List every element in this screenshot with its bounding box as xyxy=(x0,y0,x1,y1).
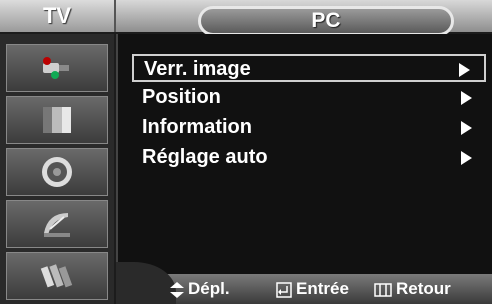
menu-item-auto-adjust[interactable]: Réglage auto xyxy=(132,144,486,172)
menu-item-label: Information xyxy=(142,116,252,138)
setup-plugs-icon xyxy=(40,264,73,288)
sidebar-item-channel[interactable] xyxy=(6,200,108,248)
arrow-right-icon xyxy=(461,121,472,135)
picture-panel-icon xyxy=(43,107,71,133)
hint-return-label: Retour xyxy=(396,279,451,298)
menu-item-label: Verr. image xyxy=(144,58,251,80)
hint-move-label: Dépl. xyxy=(188,279,230,298)
menu-item-information[interactable]: Information xyxy=(132,114,486,142)
menu-item-position[interactable]: Position xyxy=(132,84,486,112)
osd-screen: TV PC Verr. image Position Information R… xyxy=(0,0,492,304)
menu-icon xyxy=(374,282,392,297)
enter-icon xyxy=(276,281,292,298)
arrow-right-icon xyxy=(461,91,472,105)
arrow-right-icon xyxy=(459,63,470,77)
hint-enter-label: Entrée xyxy=(296,279,349,298)
sidebar-item-input[interactable] xyxy=(6,44,108,92)
satellite-dish-icon xyxy=(44,213,70,237)
up-down-arrow-icon xyxy=(170,281,184,298)
tv-tab[interactable]: TV xyxy=(0,0,114,32)
sidebar xyxy=(0,34,114,304)
hint-move: Dépl. xyxy=(170,277,230,301)
input-plug-icon xyxy=(43,57,69,79)
menu-panel: Verr. image Position Information Réglage… xyxy=(116,34,492,274)
sidebar-item-picture[interactable] xyxy=(6,96,108,144)
hint-return: Retour xyxy=(374,277,451,301)
hint-enter: Entrée xyxy=(276,277,349,301)
menu-item-label: Position xyxy=(142,86,221,108)
arrow-right-icon xyxy=(461,151,472,165)
speaker-icon xyxy=(42,157,72,187)
menu-title: PC xyxy=(311,9,341,32)
sidebar-item-sound[interactable] xyxy=(6,148,108,196)
menu-item-label: Réglage auto xyxy=(142,146,268,168)
sidebar-item-setup[interactable] xyxy=(6,252,108,300)
menu-item-image-lock[interactable]: Verr. image xyxy=(132,54,486,82)
